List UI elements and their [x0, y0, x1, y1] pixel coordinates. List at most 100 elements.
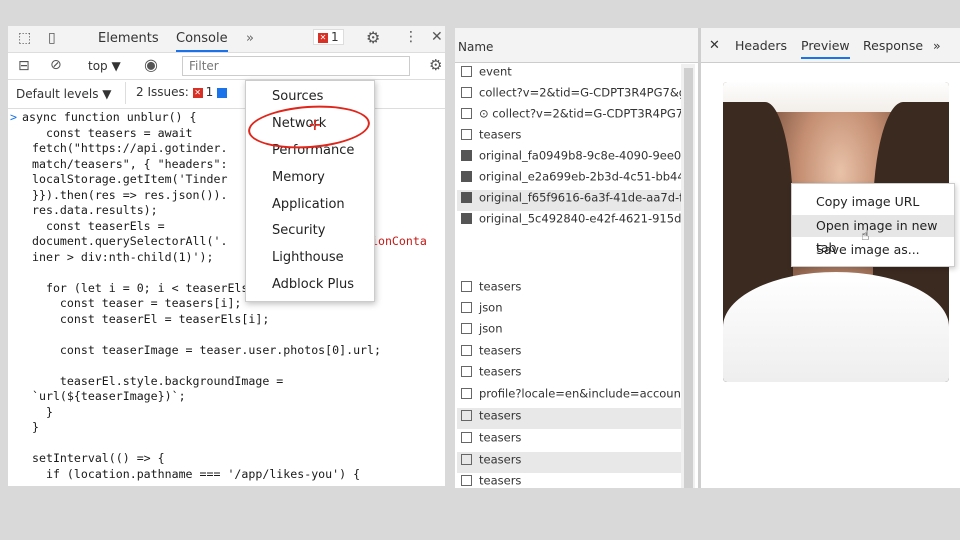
document-file-icon — [461, 281, 472, 292]
issues-label: 2 Issues: — [136, 85, 189, 99]
tab-response[interactable]: Response — [863, 38, 923, 53]
console-code-area[interactable]: > async function unblur() { const teaser… — [8, 110, 445, 486]
devtools-tab-bar: ⬚ ▯ Elements Console » ✕ 1 ⚙ ⋮ ✕ — [8, 26, 445, 53]
more-tabs-button[interactable]: » — [246, 31, 254, 46]
document-file-icon — [461, 366, 472, 377]
ctx-open-image-new-tab[interactable]: Open image in new tab — [792, 215, 954, 255]
request-row[interactable]: teasers — [457, 343, 681, 364]
toolbar-divider — [125, 82, 126, 104]
error-icon: ✕ — [318, 32, 328, 43]
eye-icon[interactable]: ◉ — [144, 57, 158, 73]
request-name: original_f65f9616-6a3f-41de-aa7d-fcl — [479, 190, 681, 205]
menu-item-memory[interactable]: Memory — [272, 170, 325, 185]
scrollbar-thumb[interactable] — [684, 68, 693, 488]
code-line: document.querySelectorAll('. — [32, 234, 228, 248]
issues-badge[interactable]: 2 Issues: ✕ 1 — [132, 85, 232, 99]
code-line: fetch("https://api.gotinder. — [32, 141, 228, 155]
request-row[interactable]: event — [457, 64, 681, 85]
menu-item-security[interactable]: Security — [272, 223, 325, 238]
error-count-badge[interactable]: ✕ 1 — [313, 29, 344, 45]
document-file-icon — [461, 323, 472, 334]
filter-input[interactable]: Filter — [182, 56, 410, 76]
pointer-cursor-icon: ✛ — [309, 118, 321, 134]
document-file-icon — [461, 345, 472, 356]
document-file-icon — [461, 108, 472, 119]
request-name: teasers — [479, 452, 522, 467]
issue-info-icon — [217, 87, 228, 98]
menu-item-adblock-plus[interactable]: Adblock Plus — [272, 277, 354, 292]
tab-console[interactable]: Console — [176, 31, 228, 52]
pane-divider[interactable] — [698, 28, 701, 488]
request-row[interactable]: original_5c492840-e42f-4621-915d-a — [457, 211, 681, 232]
request-row[interactable]: profile?locale=en&include=account% — [457, 386, 681, 407]
console-settings-icon[interactable]: ⚙ — [429, 58, 442, 73]
network-panel: Name ✕ Headers Preview Response » event c… — [455, 28, 960, 488]
menu-item-lighthouse[interactable]: Lighthouse — [272, 250, 344, 265]
preview-tab-bar: ✕ Headers Preview Response » — [701, 28, 960, 63]
request-row[interactable]: teasers — [457, 473, 681, 488]
code-line: async function unblur() { — [22, 110, 197, 124]
request-row[interactable]: ⊙ collect?v=2&tid=G-CDPT3R4PG7& — [457, 106, 681, 127]
more-tabs-button[interactable]: » — [933, 38, 941, 53]
code-line: } — [32, 420, 39, 434]
code-line: localStorage.getItem('Tinder — [32, 172, 228, 186]
request-row[interactable]: original_f65f9616-6a3f-41de-aa7d-fcl — [457, 190, 681, 211]
request-row[interactable]: teasers — [457, 408, 681, 429]
request-row[interactable]: teasers — [457, 430, 681, 451]
code-line: const teaserEl = teaserEls[i]; — [32, 311, 270, 326]
request-name: teasers — [479, 430, 522, 445]
console-panel: ⬚ ▯ Elements Console » ✕ 1 ⚙ ⋮ ✕ ⊟ ⊘ top … — [8, 26, 445, 486]
settings-gear-icon[interactable]: ⚙ — [366, 30, 380, 46]
request-name: teasers — [479, 364, 522, 379]
image-file-icon — [461, 150, 472, 161]
request-row[interactable]: teasers — [457, 364, 681, 385]
code-line: iner > div:nth-child(1)'); — [32, 249, 214, 264]
issues-count: 1 — [205, 85, 214, 99]
name-column-header: Name — [455, 28, 698, 63]
tab-preview[interactable]: Preview — [801, 38, 850, 59]
close-pane-icon[interactable]: ✕ — [709, 38, 720, 53]
request-name: teasers — [479, 473, 522, 488]
close-icon[interactable]: ✕ — [431, 30, 443, 44]
request-row[interactable]: teasers — [457, 279, 681, 300]
request-name: json — [479, 300, 503, 315]
console-levels-bar: Default levels ▼ 2 Issues: ✕ 1 — [8, 80, 445, 109]
request-row[interactable]: teasers — [457, 127, 681, 148]
menu-item-sources[interactable]: Sources — [272, 89, 323, 104]
code-line: const teaserImage = teaser.user.photos[0… — [32, 342, 382, 357]
ctx-copy-image-url[interactable]: Copy image URL — [816, 194, 919, 209]
image-file-icon — [461, 171, 472, 182]
ctx-save-image-as[interactable]: Save image as... — [816, 242, 920, 257]
code-line: if (location.pathname === '/app/likes-yo… — [32, 466, 361, 481]
inspect-element-icon[interactable]: ⬚ — [18, 31, 31, 45]
image-file-icon — [461, 192, 472, 203]
tab-headers[interactable]: Headers — [735, 38, 787, 53]
clear-console-icon[interactable]: ⊘ — [50, 58, 62, 72]
document-file-icon — [461, 475, 472, 486]
request-name: teasers — [479, 127, 522, 142]
issue-error-icon: ✕ — [192, 87, 203, 98]
request-name: original_5c492840-e42f-4621-915d-a — [479, 211, 681, 226]
context-select[interactable]: top ▼ — [88, 59, 121, 73]
code-line: res.data.results); — [32, 203, 158, 217]
request-row[interactable]: original_fa0949b8-9c8e-4090-9ee0-6 — [457, 148, 681, 169]
menu-item-application[interactable]: Application — [272, 197, 345, 212]
code-line: `url(${teaserImage})`; — [32, 389, 186, 403]
request-name: collect?v=2&tid=G-CDPT3R4PG7&gt — [479, 85, 681, 100]
device-toolbar-icon[interactable]: ▯ — [48, 31, 56, 45]
prompt-chevron-icon: > — [10, 110, 17, 124]
request-row[interactable]: teasers — [457, 452, 681, 473]
request-row[interactable]: json — [457, 321, 681, 342]
request-row[interactable]: original_e2a699eb-2b3d-4c51-bb44-t — [457, 169, 681, 190]
request-name: event — [479, 64, 512, 79]
request-row[interactable]: collect?v=2&tid=G-CDPT3R4PG7&gt — [457, 85, 681, 106]
name-header[interactable]: Name — [458, 40, 493, 54]
default-levels-select[interactable]: Default levels ▼ — [16, 87, 112, 101]
request-row[interactable]: json — [457, 300, 681, 321]
tab-elements[interactable]: Elements — [98, 31, 159, 46]
code-line: teaserEl.style.backgroundImage = — [32, 373, 284, 388]
request-name: teasers — [479, 408, 522, 423]
sidebar-toggle-icon[interactable]: ⊟ — [18, 59, 30, 73]
kebab-menu-icon[interactable]: ⋮ — [404, 30, 418, 44]
console-toolbar: ⊟ ⊘ top ▼ ◉ Filter ⚙ — [8, 53, 445, 80]
